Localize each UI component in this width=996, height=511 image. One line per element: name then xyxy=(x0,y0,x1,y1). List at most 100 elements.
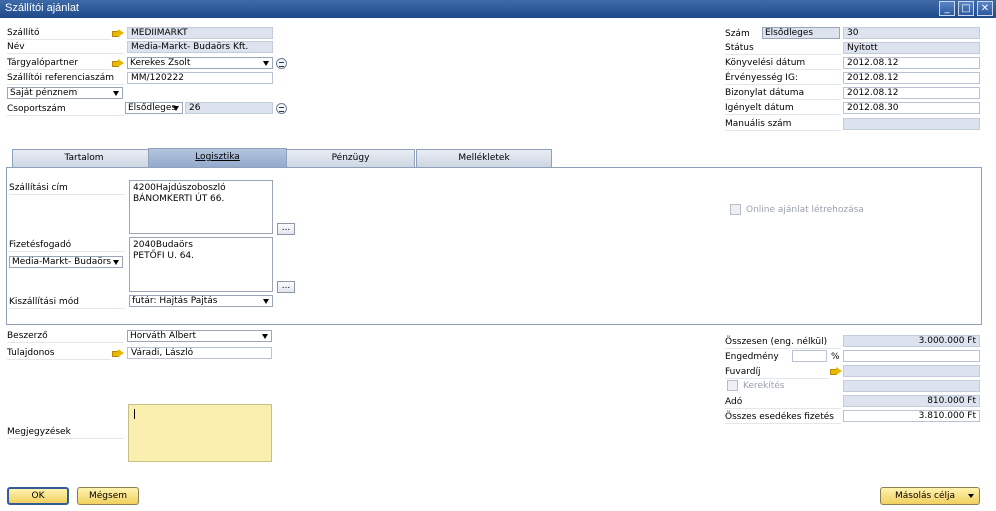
rounding-field xyxy=(843,380,980,392)
total-before-discount-underline xyxy=(725,348,841,349)
chevron-down-icon xyxy=(113,260,119,265)
pay-to-address[interactable]: 2040Budaörs PETŐFI U. 64. xyxy=(129,237,273,292)
currency-value: Saját pénznem xyxy=(10,88,78,98)
ship-to-label: Szállítási cím xyxy=(9,183,68,193)
copy-to-button[interactable]: Másolás célja xyxy=(880,487,980,505)
remarks-textarea[interactable] xyxy=(128,404,272,462)
group-list-icon[interactable] xyxy=(276,103,287,114)
tab-contents-label: Tartalom xyxy=(64,153,104,163)
pay-to-dropdown[interactable]: Media-Markt- Budaörs xyxy=(9,256,123,268)
total-before-discount-label: Összesen (eng. nélkül) xyxy=(725,337,828,347)
group-number-field[interactable]: 26 xyxy=(185,102,273,114)
remarks-underline xyxy=(7,438,124,439)
tab-attachments[interactable]: Mellékletek xyxy=(416,149,552,167)
pay-to-select-value: Media-Markt- Budaörs xyxy=(12,257,112,267)
pay-to-line2: PETŐFI U. 64. xyxy=(133,251,195,261)
status-field[interactable]: Nyitott xyxy=(843,42,980,54)
close-icon: ✕ xyxy=(980,3,990,14)
rounding-checkbox[interactable] xyxy=(727,380,738,391)
freight-link-arrow-icon[interactable] xyxy=(830,367,842,376)
currency-dropdown[interactable]: Saját pénznem xyxy=(7,87,123,99)
manual-number-field[interactable] xyxy=(843,118,980,130)
shipping-method-label: Kiszállítási mód xyxy=(9,297,79,307)
document-date-underline xyxy=(725,99,841,100)
copy-to-label: Másolás célja xyxy=(894,491,956,501)
document-date-field[interactable]: 2012.08.12 xyxy=(843,87,980,99)
contact-label: Tárgyalópartner xyxy=(7,58,79,68)
minimize-icon: _ xyxy=(944,3,950,14)
total-due-field: 3.810.000 Ft xyxy=(843,410,980,422)
close-button[interactable]: ✕ xyxy=(977,1,993,16)
owner-link-arrow-icon[interactable] xyxy=(112,349,124,358)
tab-attachments-label: Mellékletek xyxy=(458,153,510,163)
online-quote-label: Online ajánlat létrehozása xyxy=(746,205,864,215)
tab-contents[interactable]: Tartalom xyxy=(12,149,156,167)
chevron-down-icon xyxy=(173,106,179,111)
chevron-down-icon xyxy=(113,91,119,96)
discount-value-field[interactable] xyxy=(843,350,980,362)
pay-to-more-button[interactable]: ... xyxy=(277,281,295,293)
vendor-ref-field[interactable]: MM/120222 xyxy=(127,72,273,84)
valid-until-label: Érvényesség IG: xyxy=(725,73,798,83)
posting-date-field[interactable]: 2012.08.12 xyxy=(843,57,980,69)
valid-until-field[interactable]: 2012.08.12 xyxy=(843,72,980,84)
tab-accounting[interactable]: Pénzügy xyxy=(286,149,415,167)
ship-to-line2: BÁNOMKERTI ÚT 66. xyxy=(133,194,225,204)
status-underline xyxy=(725,54,841,55)
freight-label: Fuvardíj xyxy=(725,367,761,377)
manual-number-label: Manuális szám xyxy=(725,119,792,129)
shipping-method-value: futár: Hajtás Pajtás xyxy=(132,296,218,306)
maximize-icon: □ xyxy=(961,3,971,14)
number-series-dropdown[interactable]: Elsődleges xyxy=(762,27,840,39)
posting-date-label: Könyvelési dátum xyxy=(725,58,806,68)
ok-button[interactable]: OK xyxy=(7,487,69,505)
discount-label: Engedmény xyxy=(725,352,779,362)
buyer-dropdown[interactable]: Horváth Albert xyxy=(127,330,272,342)
tab-logistics-label: Logisztika xyxy=(195,152,240,162)
group-underline xyxy=(7,115,124,116)
tax-field: 810.000 Ft xyxy=(843,395,980,407)
form-body: Szállító MEDIIMARKT Név Media-Markt- Bud… xyxy=(0,18,996,511)
number-label: Szám xyxy=(725,29,750,39)
minimize-button[interactable]: _ xyxy=(939,1,955,16)
contact-link-arrow-icon[interactable] xyxy=(112,59,124,68)
ship-to-address[interactable]: 4200Hajdúszoboszló BÁNOMKERTI ÚT 66. xyxy=(129,180,273,234)
owner-field[interactable]: Váradi, László xyxy=(127,347,272,359)
name-field[interactable]: Media-Markt- Budaörs Kft. xyxy=(127,41,273,53)
window-title: Szállítói ajánlat xyxy=(5,2,79,14)
online-quote-checkbox[interactable] xyxy=(730,204,741,215)
ship-to-line1: 4200Hajdúszoboszló xyxy=(133,183,226,193)
number-field[interactable]: 30 xyxy=(843,27,980,39)
group-type-dropdown[interactable]: Elsődleges xyxy=(125,102,183,114)
ship-to-more-button[interactable]: ... xyxy=(277,223,295,235)
remarks-label: Megjegyzések xyxy=(7,427,71,437)
maximize-button[interactable]: □ xyxy=(958,1,974,16)
tab-logistics[interactable]: Logisztika xyxy=(148,148,287,167)
buyer-label: Beszerző xyxy=(7,331,48,341)
buyer-underline xyxy=(7,342,124,343)
buyer-value: Horváth Albert xyxy=(130,331,197,341)
name-label: Név xyxy=(7,42,25,52)
vendor-link-arrow-icon[interactable] xyxy=(112,29,124,38)
tax-underline xyxy=(725,408,841,409)
tax-label: Adó xyxy=(725,397,743,407)
owner-label: Tulajdonos xyxy=(7,348,55,358)
contact-list-icon[interactable] xyxy=(276,58,287,69)
required-date-label: Igényelt dátum xyxy=(725,103,794,113)
owner-underline xyxy=(7,359,111,360)
pay-to-label: Fizetésfogadó xyxy=(9,240,72,250)
freight-field xyxy=(843,365,980,377)
contact-underline xyxy=(7,69,111,70)
discount-percent-field[interactable] xyxy=(792,350,827,362)
chevron-down-icon xyxy=(968,494,974,498)
ship-to-underline xyxy=(9,194,125,195)
title-bar: Szállítói ajánlat _ □ ✕ xyxy=(0,0,996,18)
shipping-method-dropdown[interactable]: futár: Hajtás Pajtás xyxy=(129,295,273,307)
required-date-field[interactable]: 2012.08.30 xyxy=(843,102,980,114)
vendor-underline xyxy=(7,39,111,40)
cancel-button[interactable]: Mégsem xyxy=(77,487,139,505)
percent-sign: % xyxy=(831,352,840,362)
vendor-field[interactable]: MEDIIMARKT xyxy=(127,27,273,39)
tab-accounting-label: Pénzügy xyxy=(331,153,370,163)
contact-dropdown[interactable]: Kerekes Zsolt xyxy=(127,57,273,69)
